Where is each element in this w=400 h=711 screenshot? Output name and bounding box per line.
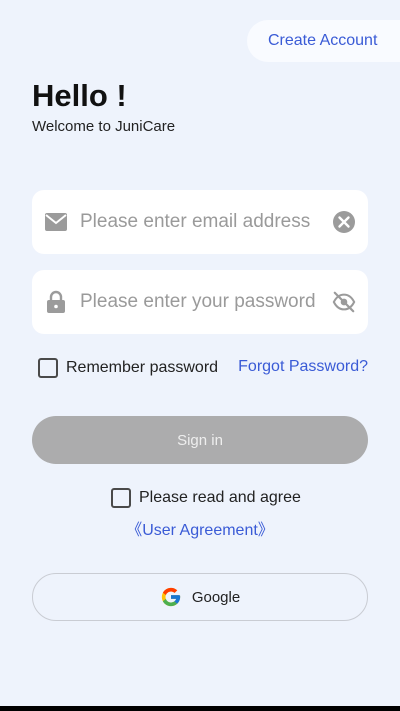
agreement-checkbox[interactable] — [111, 488, 131, 508]
eye-off-icon[interactable] — [332, 290, 356, 314]
remember-label[interactable]: Remember password — [66, 359, 218, 377]
google-label: Google — [191, 588, 241, 606]
mail-icon — [44, 210, 68, 234]
create-account-button[interactable]: Create Account — [247, 20, 400, 62]
password-field[interactable] — [32, 270, 368, 334]
email-field[interactable] — [32, 190, 368, 254]
forgot-password-link[interactable]: Forgot Password? — [238, 358, 368, 376]
agreement-row: Please read and agree — [111, 487, 301, 509]
sign-in-button[interactable]: Sign in — [32, 416, 368, 464]
google-logo-icon — [160, 586, 182, 608]
user-agreement-link[interactable]: 《User Agreement》 — [0, 516, 400, 540]
email-input[interactable] — [80, 211, 324, 233]
page-title: Hello ! — [32, 78, 127, 113]
system-nav-bar — [0, 706, 400, 711]
password-input[interactable] — [80, 291, 324, 313]
agreement-label[interactable]: Please read and agree — [139, 489, 301, 507]
clear-icon[interactable] — [332, 210, 356, 234]
google-sign-in-button[interactable]: Google — [32, 573, 368, 621]
lock-icon — [44, 290, 68, 314]
remember-row: Remember password Forgot Password? — [38, 357, 368, 379]
remember-checkbox[interactable] — [38, 358, 58, 378]
welcome-subtitle: Welcome to JuniCare — [32, 118, 176, 135]
